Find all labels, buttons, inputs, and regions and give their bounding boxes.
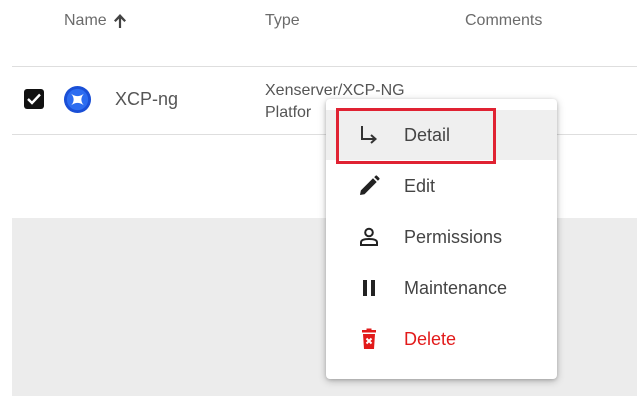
row-checkbox[interactable] bbox=[24, 89, 44, 109]
column-header-name[interactable]: Name bbox=[64, 12, 127, 30]
menu-item-edit[interactable]: Edit bbox=[326, 161, 557, 211]
menu-item-edit-label: Edit bbox=[404, 175, 436, 196]
xcp-ng-logo-icon bbox=[63, 85, 92, 114]
pause-icon bbox=[356, 275, 382, 301]
menu-item-detail-label: Detail bbox=[404, 124, 451, 145]
sort-ascending-icon bbox=[113, 14, 126, 28]
pencil-icon bbox=[356, 173, 382, 199]
check-icon bbox=[27, 93, 41, 105]
context-menu: Detail Edit Permissions Maintenance Dele… bbox=[326, 99, 557, 379]
menu-item-permissions-label: Permissions bbox=[404, 226, 503, 247]
menu-item-detail[interactable]: Detail bbox=[326, 110, 557, 160]
menu-item-maintenance[interactable]: Maintenance bbox=[326, 263, 557, 313]
column-header-comments[interactable]: Comments bbox=[465, 12, 542, 30]
menu-item-delete[interactable]: Delete bbox=[326, 314, 557, 364]
column-header-type[interactable]: Type bbox=[265, 12, 300, 30]
trash-icon bbox=[356, 326, 382, 352]
menu-item-delete-label: Delete bbox=[404, 328, 457, 349]
column-header-name-label: Name bbox=[64, 12, 107, 29]
subdirectory-arrow-right-icon bbox=[356, 122, 382, 148]
row-divider bbox=[12, 66, 637, 67]
person-icon bbox=[356, 224, 382, 250]
menu-item-permissions[interactable]: Permissions bbox=[326, 212, 557, 262]
row-name[interactable]: XCP-ng bbox=[115, 89, 178, 110]
menu-item-maintenance-label: Maintenance bbox=[404, 277, 508, 298]
